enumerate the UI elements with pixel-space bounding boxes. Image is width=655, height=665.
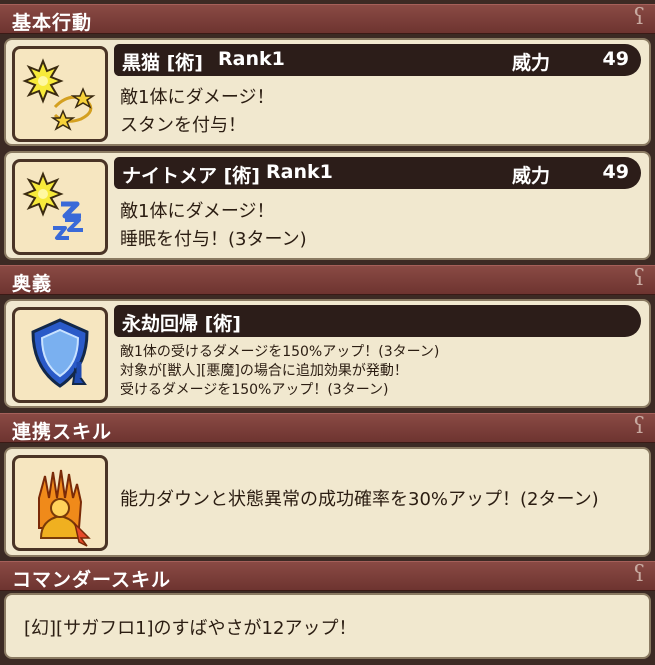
power-label: 威力 bbox=[512, 165, 551, 187]
skill-name: ナイトメア [術] bbox=[122, 165, 260, 187]
scroll-ornament-icon: ʕ bbox=[633, 5, 645, 30]
scroll-ornament-icon: ʕ bbox=[633, 414, 645, 439]
skill-desc-line: 睡眠を付与！(3ターン) bbox=[120, 229, 307, 250]
skill-description: 敵1体にダメージ！ スタンを付与！ bbox=[120, 84, 275, 140]
section-title: 奥義 bbox=[12, 273, 53, 295]
scroll-ornament-icon: ʕ bbox=[633, 562, 645, 587]
ougi-desc-line: 対象が[獣人][悪魔]の場合に追加効果が発動！ bbox=[120, 363, 408, 379]
skill-desc-line: スタンを付与！ bbox=[120, 115, 246, 136]
skill-rank: Rank1 bbox=[266, 161, 333, 183]
ougi-description: 敵1体の受けるダメージを150%アップ！(3ターン) 対象が[獣人][悪魔]の場… bbox=[120, 343, 439, 400]
skill-card-nightmare[interactable]: ナイトメア [術] Rank1 威力 49 敵1体にダメージ！ 睡眠を付与！(3… bbox=[4, 151, 651, 260]
section-title: 連携スキル bbox=[12, 421, 113, 443]
ougi-name-bar: 永劫回帰 [術] bbox=[114, 305, 641, 337]
section-header-renkei: 連携スキル ʕ bbox=[0, 413, 655, 443]
commander-description: [幻][サガフロ1]のすばやさが12アップ！ bbox=[24, 618, 357, 639]
renkei-description: 能力ダウンと状態異常の成功確率を30%アップ！(2ターン) bbox=[120, 489, 599, 510]
section-title: コマンダースキル bbox=[12, 569, 172, 591]
skill-name-bar: 黒猫 [術] Rank1 威力 49 bbox=[114, 44, 641, 76]
section-title: 基本行動 bbox=[12, 12, 93, 34]
scroll-ornament-icon: ʕ bbox=[633, 266, 645, 291]
stun-star-icon bbox=[12, 46, 108, 142]
skill-description: 敵1体にダメージ！ 睡眠を付与！(3ターン) bbox=[120, 198, 307, 254]
section-header-ougi: 奥義 ʕ bbox=[0, 265, 655, 295]
sleep-icon bbox=[12, 159, 108, 255]
shield-down-icon bbox=[12, 307, 108, 403]
skill-rank: Rank1 bbox=[218, 48, 285, 70]
skill-name-bar: ナイトメア [術] Rank1 威力 49 bbox=[114, 157, 641, 189]
section-header-basic: 基本行動 ʕ bbox=[0, 4, 655, 34]
hand-up-icon bbox=[12, 455, 108, 551]
skill-name: 黒猫 [術] bbox=[122, 52, 203, 74]
renkei-card[interactable]: 能力ダウンと状態異常の成功確率を30%アップ！(2ターン) bbox=[4, 447, 651, 557]
ougi-desc-line: 受けるダメージを150%アップ！(3ターン) bbox=[120, 382, 389, 398]
power-label: 威力 bbox=[512, 52, 551, 74]
section-header-commander: コマンダースキル ʕ bbox=[0, 561, 655, 591]
skill-card-kuroneko[interactable]: 黒猫 [術] Rank1 威力 49 敵1体にダメージ！ スタンを付与！ bbox=[4, 38, 651, 146]
ougi-desc-line: 敵1体の受けるダメージを150%アップ！(3ターン) bbox=[120, 344, 440, 360]
commander-card[interactable]: [幻][サガフロ1]のすばやさが12アップ！ bbox=[4, 593, 651, 659]
ougi-card[interactable]: 永劫回帰 [術] 敵1体の受けるダメージを150%アップ！(3ターン) 対象が[… bbox=[4, 299, 651, 408]
skill-desc-line: 敵1体にダメージ！ bbox=[120, 201, 275, 222]
ougi-name: 永劫回帰 [術] bbox=[122, 313, 241, 335]
power-value: 49 bbox=[602, 161, 629, 183]
skill-desc-line: 敵1体にダメージ！ bbox=[120, 87, 275, 108]
power-value: 49 bbox=[602, 48, 629, 70]
